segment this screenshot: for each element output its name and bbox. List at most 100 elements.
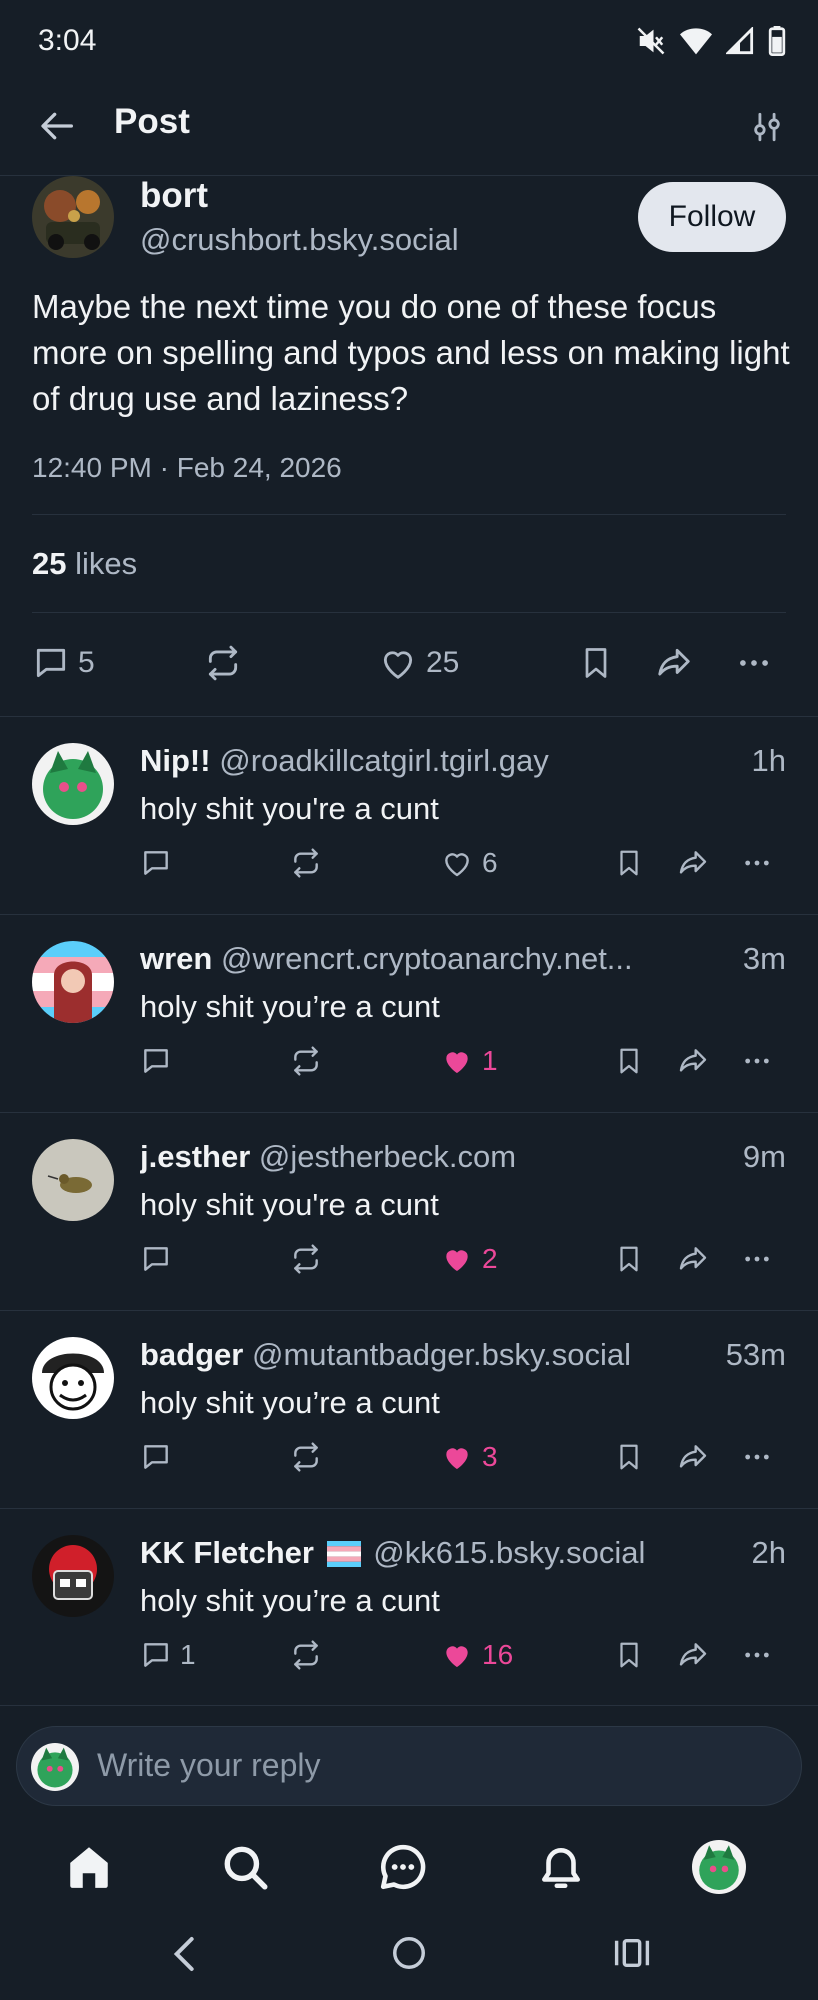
like-button[interactable]: 6	[440, 847, 498, 879]
like-button[interactable]: 1	[440, 1045, 498, 1077]
repost-icon	[294, 1442, 318, 1472]
reply-item[interactable]: badger @mutantbadger.bsky.social 53m hol…	[0, 1310, 818, 1508]
share-button[interactable]	[676, 1243, 710, 1275]
likes-summary[interactable]: 25 likes	[32, 546, 137, 582]
repost-button[interactable]	[290, 847, 322, 879]
reply-author-name[interactable]: badger	[140, 1337, 243, 1372]
reply-author-name[interactable]: j.esther	[140, 1139, 250, 1174]
reply-time-ago: 2h	[743, 1535, 786, 1571]
reply-button[interactable]	[140, 1441, 180, 1473]
thread-settings-button[interactable]	[750, 110, 784, 144]
repost-button[interactable]	[290, 1639, 322, 1671]
bookmark-button[interactable]	[614, 1243, 644, 1275]
post-text: Maybe the next time you do one of these …	[32, 288, 790, 417]
reply-item[interactable]: Nip!! @roadkillcatgirl.tgirl.gay 1h holy…	[0, 716, 818, 914]
more-button[interactable]	[740, 1441, 774, 1473]
like-button[interactable]: 2	[440, 1243, 498, 1275]
reply-input-placeholder[interactable]: Write your reply	[97, 1747, 320, 1784]
reply-button[interactable]	[140, 1045, 180, 1077]
more-icon	[745, 1256, 769, 1262]
like-button[interactable]: 16	[440, 1639, 513, 1671]
reply-item[interactable]: KK Fletcher @kk615.bsky.social 2h holy s…	[0, 1508, 818, 1706]
likes-label: likes	[75, 546, 138, 581]
more-icon	[745, 1058, 769, 1064]
post-author-avatar[interactable]	[32, 176, 114, 258]
more-button[interactable]	[740, 1639, 774, 1671]
likes-count: 25	[32, 546, 67, 581]
reply-item[interactable]: wren @wrencrt.cryptoanarchy.net... 3m ho…	[0, 914, 818, 1112]
repost-button[interactable]	[290, 1243, 322, 1275]
share-icon	[679, 1643, 707, 1666]
reply-avatar[interactable]	[32, 1535, 114, 1617]
reply-author-handle[interactable]: @jestherbeck.com	[259, 1139, 516, 1174]
reply-author-name[interactable]: KK Fletcher	[140, 1535, 314, 1570]
repost-icon	[294, 1640, 318, 1670]
reply-author-handle[interactable]: @wrencrt.cryptoanarchy.net...	[221, 941, 633, 976]
share-button[interactable]	[676, 1045, 710, 1077]
reply-author-name[interactable]: Nip!!	[140, 743, 211, 778]
bookmark-button[interactable]	[614, 847, 644, 879]
reply-text: holy shit you're a cunt	[140, 1187, 439, 1222]
reply-item[interactable]: j.esther @jestherbeck.com 9m holy shit y…	[0, 1112, 818, 1310]
reply-author-handle[interactable]: @mutantbadger.bsky.social	[252, 1337, 631, 1372]
reply-button[interactable]	[140, 847, 180, 879]
repost-button[interactable]	[290, 1441, 322, 1473]
bookmark-icon	[620, 1246, 638, 1272]
share-button[interactable]	[654, 644, 694, 682]
reply-header: badger @mutantbadger.bsky.social	[140, 1337, 786, 1373]
repost-button[interactable]	[204, 644, 242, 682]
reply-avatar[interactable]	[32, 1139, 114, 1221]
post-author-handle[interactable]: @crushbort.bsky.social	[140, 222, 459, 258]
more-icon	[745, 1652, 769, 1658]
reply-button[interactable]	[140, 1243, 180, 1275]
system-home-button[interactable]	[390, 1934, 428, 1972]
share-button[interactable]	[676, 847, 710, 879]
bookmark-icon	[585, 648, 607, 678]
repost-icon	[208, 645, 238, 681]
more-button[interactable]	[740, 1243, 774, 1275]
nav-notifications[interactable]	[536, 1842, 586, 1892]
more-button[interactable]	[740, 847, 774, 879]
repost-button[interactable]	[290, 1045, 322, 1077]
reply-avatar[interactable]	[32, 941, 114, 1023]
follow-button[interactable]: Follow	[638, 182, 786, 252]
like-button[interactable]: 25	[378, 644, 459, 682]
back-button[interactable]	[38, 106, 78, 146]
bookmark-button[interactable]	[614, 1441, 644, 1473]
reply-header: KK Fletcher @kk615.bsky.social	[140, 1535, 786, 1571]
post-actions: 5 25	[0, 642, 818, 686]
reply-composer[interactable]: Write your reply	[16, 1726, 802, 1806]
reply-button[interactable]: 5	[32, 644, 95, 682]
nav-home[interactable]	[64, 1842, 114, 1892]
share-icon	[679, 1247, 707, 1270]
page-title: Post	[114, 102, 190, 141]
more-button[interactable]	[740, 1045, 774, 1077]
header: Post	[0, 80, 818, 176]
bookmark-icon	[620, 1642, 638, 1668]
like-button[interactable]: 3	[440, 1441, 498, 1473]
share-button[interactable]	[676, 1441, 710, 1473]
bookmark-button[interactable]	[578, 644, 614, 682]
reply-avatar[interactable]	[32, 743, 114, 825]
home-circle-icon	[393, 1937, 425, 1969]
system-recents-button[interactable]	[612, 1934, 652, 1972]
reply-avatar[interactable]	[32, 1337, 114, 1419]
status-icons	[636, 26, 786, 56]
nav-profile-avatar[interactable]	[692, 1840, 746, 1894]
reply-author-name[interactable]: wren	[140, 941, 212, 976]
nav-chat[interactable]	[378, 1842, 428, 1892]
bookmark-button[interactable]	[614, 1639, 644, 1671]
reply-author-handle[interactable]: @kk615.bsky.social	[373, 1535, 645, 1570]
system-back-button[interactable]	[168, 1934, 202, 1974]
repost-icon	[294, 1244, 318, 1274]
nav-search[interactable]	[220, 1842, 270, 1892]
heart-outline-icon	[445, 853, 469, 877]
reply-button[interactable]: 1	[140, 1639, 196, 1671]
more-button[interactable]	[734, 644, 774, 682]
reply-author-handle[interactable]: @roadkillcatgirl.tgirl.gay	[219, 743, 549, 778]
post-author-name[interactable]: bort	[140, 176, 208, 216]
share-button[interactable]	[676, 1639, 710, 1671]
bookmark-icon	[620, 850, 638, 876]
reply-time-ago: 9m	[734, 1139, 786, 1175]
bookmark-button[interactable]	[614, 1045, 644, 1077]
